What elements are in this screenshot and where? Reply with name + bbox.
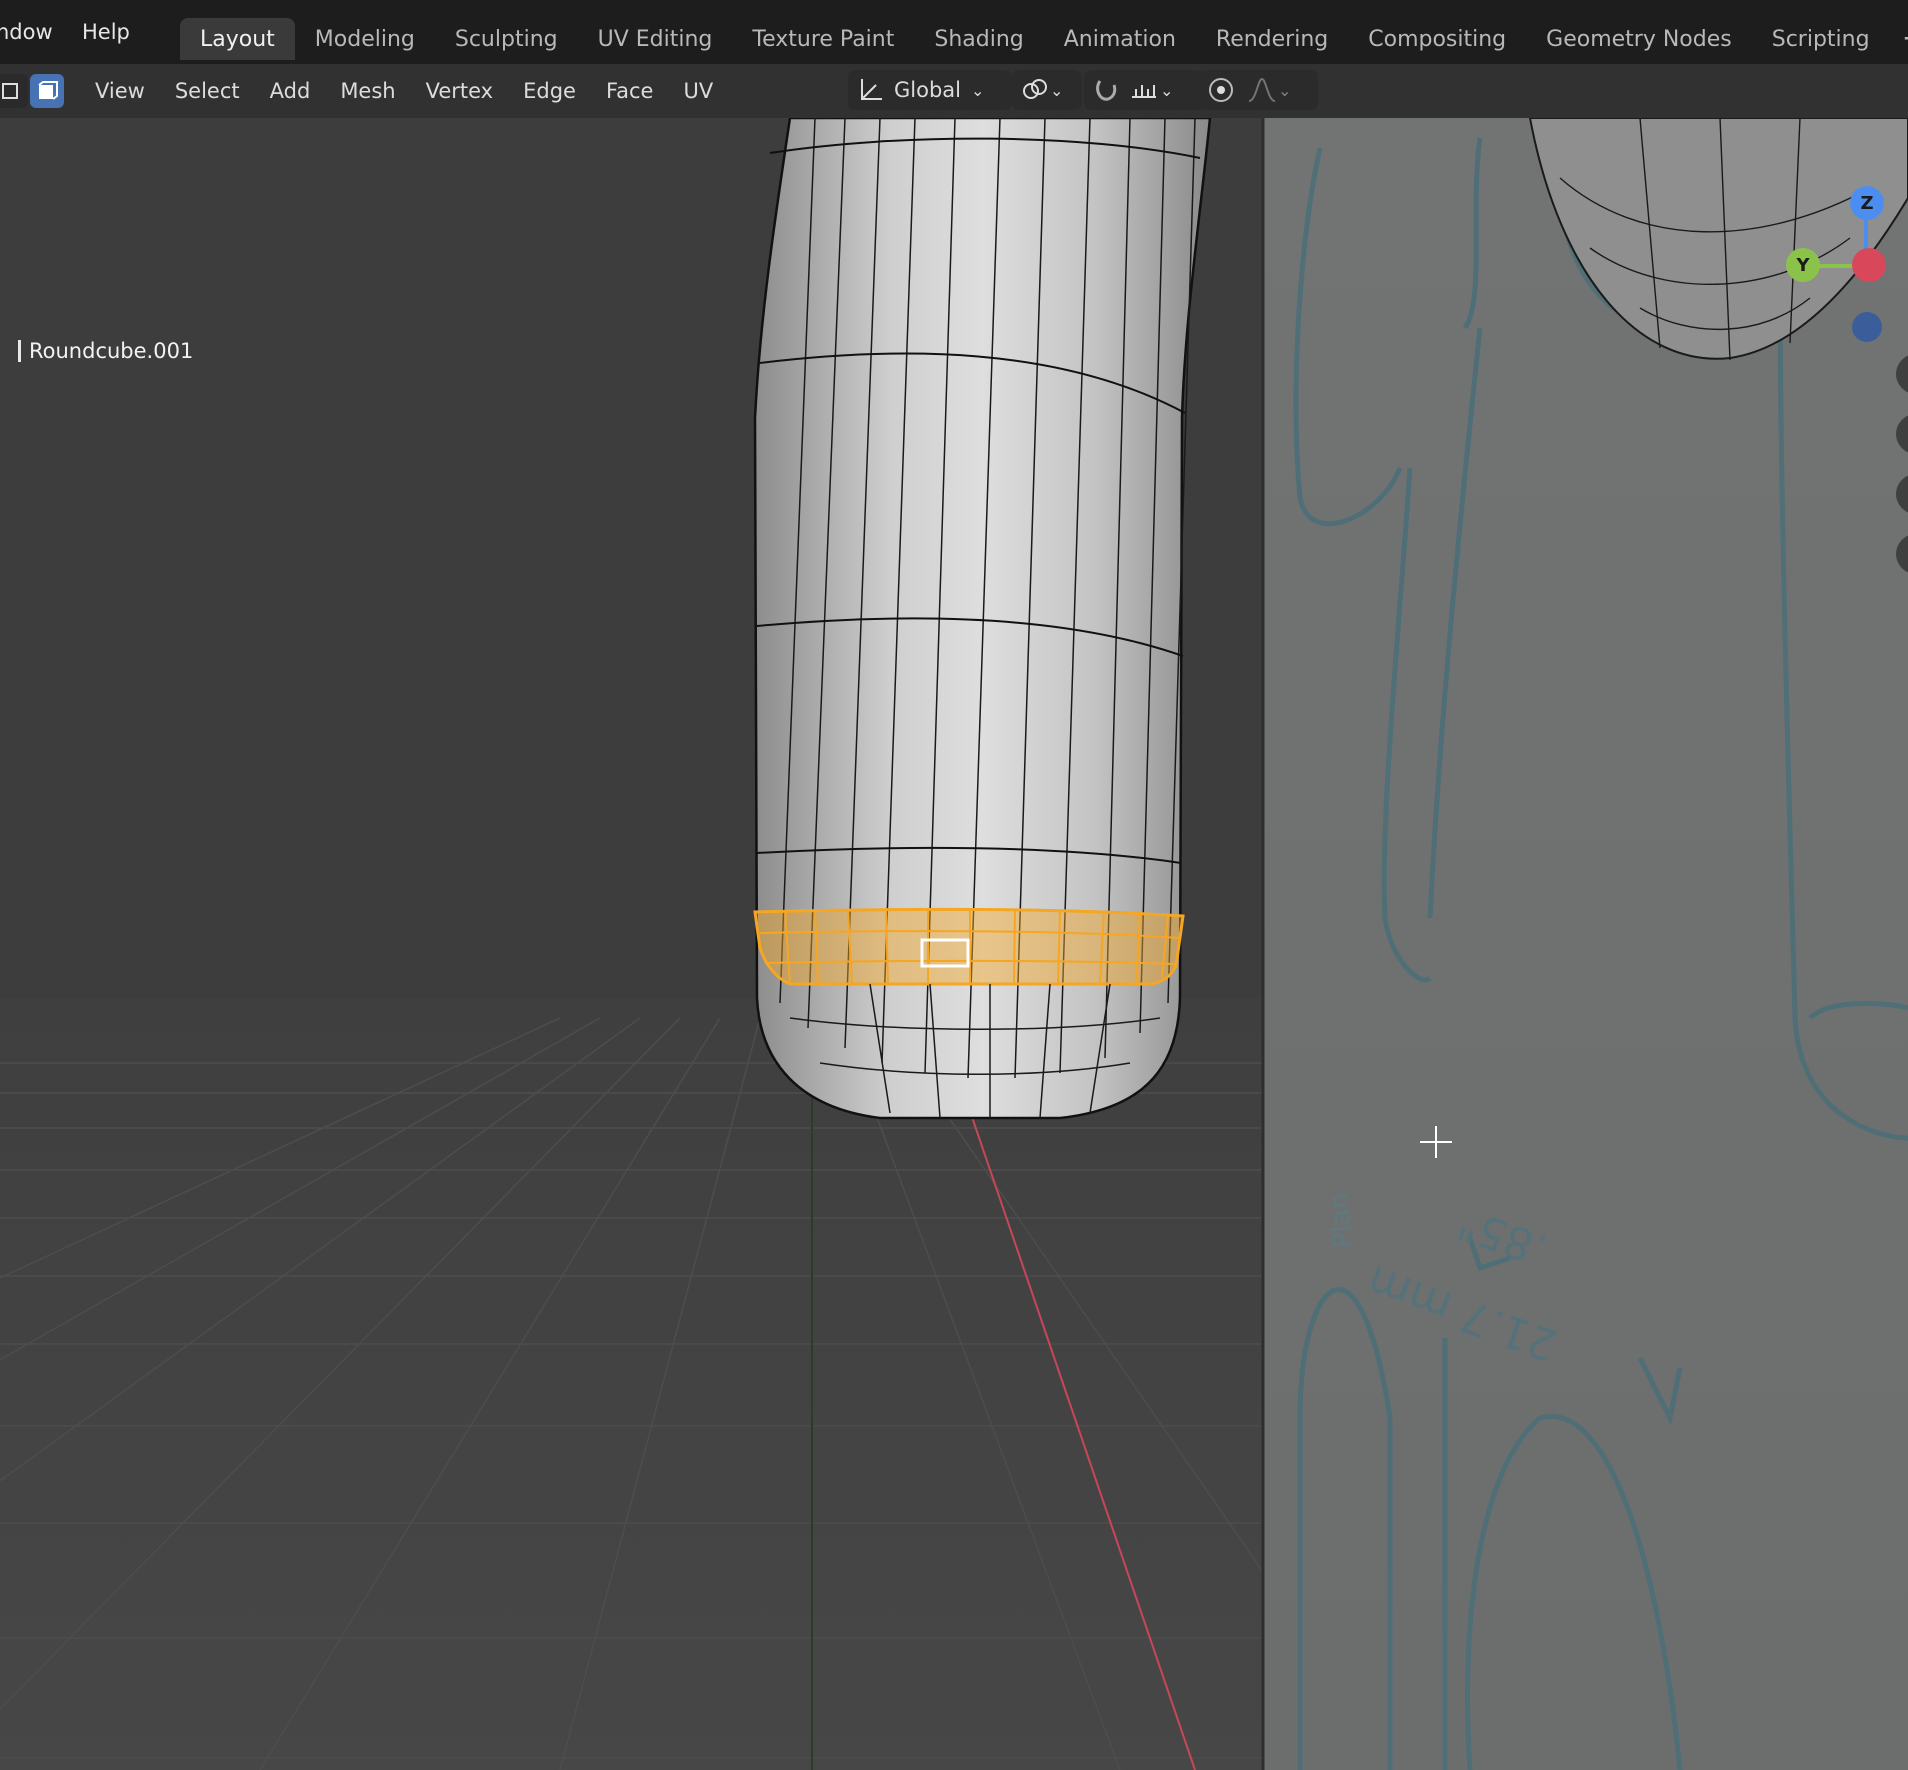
tab-shading[interactable]: Shading xyxy=(914,18,1043,60)
edge-select-mode-button[interactable] xyxy=(0,74,28,108)
menu-edge[interactable]: Edge xyxy=(508,79,591,103)
chevron-down-icon: ⌄ xyxy=(1160,80,1174,100)
menu-help[interactable]: Help xyxy=(82,20,148,44)
tab-geometry-nodes[interactable]: Geometry Nodes xyxy=(1526,18,1752,60)
tab-texture-paint[interactable]: Texture Paint xyxy=(732,18,914,60)
tab-rendering[interactable]: Rendering xyxy=(1196,18,1348,60)
snapping-toggle[interactable]: ⌄ xyxy=(1084,70,1204,110)
reference-image[interactable] xyxy=(1263,118,1908,1770)
viewport-canvas[interactable]: .85" 21.7 mm Plan xyxy=(0,118,1908,1770)
proportional-editing-toggle[interactable]: ⌄ xyxy=(1198,70,1318,110)
add-workspace-button[interactable]: + xyxy=(1890,18,1908,64)
chevron-down-icon: ⌄ xyxy=(1050,80,1064,100)
chevron-down-icon: ⌄ xyxy=(1278,80,1292,100)
object-name-label: Roundcube.001 xyxy=(18,340,193,362)
proportional-edit-icon xyxy=(1209,78,1233,102)
menu-vertex[interactable]: Vertex xyxy=(411,79,509,103)
falloff-curve-icon xyxy=(1248,77,1276,102)
gizmo-y-axis[interactable]: Y xyxy=(1786,248,1820,282)
gizmo-negative-z-axis[interactable] xyxy=(1852,312,1882,342)
pivot-link-icon xyxy=(1023,79,1047,99)
orientation-value: Global xyxy=(894,78,961,102)
tab-compositing[interactable]: Compositing xyxy=(1348,18,1526,60)
reference-plan-text: Plan xyxy=(1324,1191,1359,1249)
tab-modeling[interactable]: Modeling xyxy=(295,18,435,60)
orientation-axes-icon xyxy=(861,79,882,100)
chevron-down-icon: ⌄ xyxy=(971,80,985,100)
viewport-header: View Select Add Mesh Vertex Edge Face UV… xyxy=(0,64,1908,118)
tab-uv-editing[interactable]: UV Editing xyxy=(578,18,733,60)
tab-animation[interactable]: Animation xyxy=(1044,18,1196,60)
menu-select[interactable]: Select xyxy=(160,79,255,103)
menu-mesh[interactable]: Mesh xyxy=(325,79,410,103)
menu-uv[interactable]: UV xyxy=(668,79,728,103)
top-bar: ndow Help Layout Modeling Sculpting UV E… xyxy=(0,0,1908,64)
tab-scripting[interactable]: Scripting xyxy=(1752,18,1890,60)
face-select-icon xyxy=(38,81,58,100)
menu-face[interactable]: Face xyxy=(591,79,669,103)
roundcube-object[interactable] xyxy=(753,118,1212,1120)
menu-view[interactable]: View xyxy=(80,79,160,103)
edge-select-icon xyxy=(2,83,18,99)
snap-increment-icon xyxy=(1132,85,1156,98)
transform-orientation-dropdown[interactable]: Global ⌄ xyxy=(848,70,1012,110)
gizmo-z-axis[interactable]: Z xyxy=(1850,186,1884,220)
menu-add[interactable]: Add xyxy=(255,79,326,103)
tab-sculpting[interactable]: Sculpting xyxy=(435,18,578,60)
3d-viewport[interactable]: .85" 21.7 mm Plan Roundcube.001 Z Y xyxy=(0,118,1908,1770)
gizmo-x-axis[interactable] xyxy=(1852,248,1886,282)
selected-edge-loop[interactable] xyxy=(753,907,1185,986)
magnet-icon xyxy=(1096,80,1117,101)
face-select-mode-button[interactable] xyxy=(30,74,64,108)
pivot-point-dropdown[interactable]: ⌄ xyxy=(1012,70,1082,110)
workspace-tabs: Layout Modeling Sculpting UV Editing Tex… xyxy=(180,18,1908,64)
tab-layout[interactable]: Layout xyxy=(180,18,295,60)
menu-window[interactable]: ndow xyxy=(0,20,95,44)
